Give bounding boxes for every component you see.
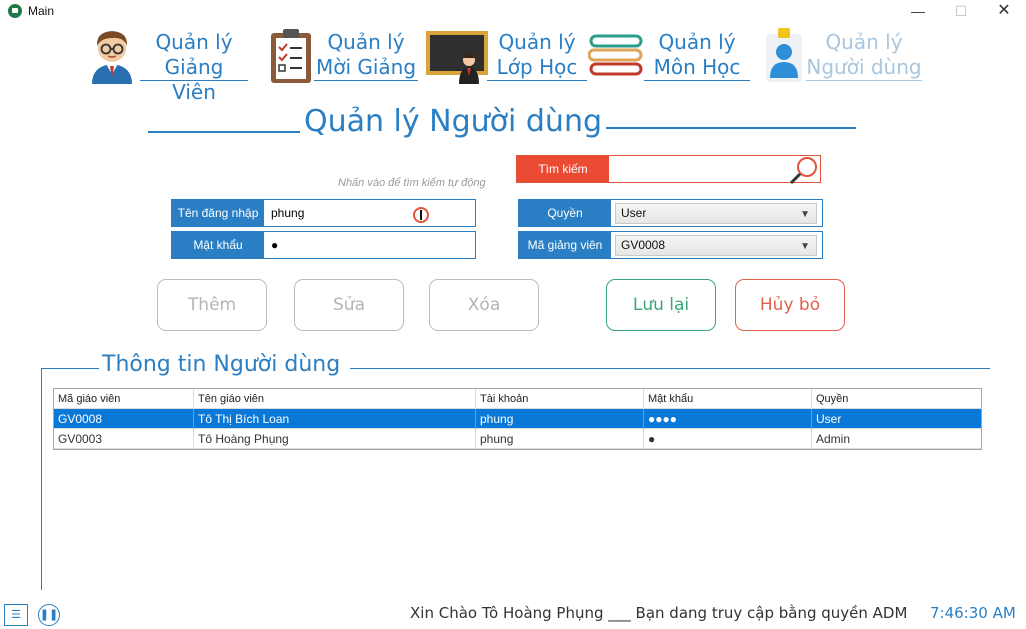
nav-underline bbox=[487, 80, 587, 81]
column-header[interactable]: Tên giáo viên bbox=[194, 389, 476, 409]
nav-label-line1: Quản lý bbox=[825, 30, 903, 54]
table-cell: ● bbox=[644, 429, 812, 449]
table-cell: phung bbox=[476, 429, 644, 449]
table-cell: GV0003 bbox=[54, 429, 194, 449]
search-hint: Nhấn vào để tìm kiếm tự động bbox=[338, 177, 486, 189]
status-clock: 7:46:30 AM bbox=[930, 604, 1016, 622]
nav-item-giang-vien[interactable]: Quản lý Giảng Viên bbox=[84, 26, 252, 104]
header-divider-right bbox=[606, 127, 856, 129]
role-select-value: User bbox=[621, 206, 647, 220]
group-border-top-right bbox=[350, 368, 990, 369]
column-header[interactable]: Mật khẩu bbox=[644, 389, 812, 409]
nav-item-moi-giang[interactable]: Quản lý Mời Giảng bbox=[266, 26, 422, 86]
table-cell: Tô Hoàng Phụng bbox=[194, 429, 476, 449]
teacher-id-field: Mã giảng viên GV0008 ▼ bbox=[518, 231, 823, 259]
add-button[interactable]: Thêm bbox=[157, 279, 267, 331]
role-select[interactable]: User ▼ bbox=[615, 203, 817, 224]
username-field: Tên đăng nhập bbox=[171, 199, 476, 227]
search-icon[interactable] bbox=[785, 156, 821, 186]
chevron-down-icon: ▼ bbox=[800, 209, 810, 220]
teacher-id-label: Mã giảng viên bbox=[519, 232, 611, 258]
nav-label-line2: Người dùng bbox=[806, 55, 922, 79]
password-input[interactable] bbox=[265, 232, 475, 258]
role-field: Quyền User ▼ bbox=[518, 199, 823, 227]
password-field: Mật khẩu bbox=[171, 231, 476, 259]
username-label: Tên đăng nhập bbox=[172, 200, 264, 226]
nav-underline bbox=[644, 80, 750, 81]
nav-label-line1: Quản lý bbox=[155, 30, 233, 54]
clipboard-checklist-icon bbox=[271, 29, 311, 83]
group-border-top-left bbox=[41, 368, 99, 369]
page-title: Quản lý Người dùng bbox=[303, 104, 603, 139]
chevron-down-icon: ▼ bbox=[800, 241, 810, 252]
role-label: Quyền bbox=[519, 200, 611, 226]
users-table[interactable]: Mã giáo viên Tên giáo viên Tài khoản Mật… bbox=[53, 388, 982, 450]
nav-label-line1: Quản lý bbox=[658, 30, 736, 54]
table-header-row: Mã giáo viên Tên giáo viên Tài khoản Mật… bbox=[54, 389, 981, 409]
text-cursor-icon bbox=[413, 207, 429, 223]
window-title: Main bbox=[28, 4, 55, 18]
table-cell: phung bbox=[476, 409, 644, 429]
table-cell: GV0008 bbox=[54, 409, 194, 429]
column-header[interactable]: Mã giáo viên bbox=[54, 389, 194, 409]
save-button[interactable]: Lưu lại bbox=[606, 279, 716, 331]
search-label: Tìm kiếm bbox=[517, 156, 609, 182]
status-greeting: Xin Chào Tô Hoàng Phụng ___ Bạn dang tru… bbox=[410, 604, 908, 622]
table-row[interactable]: GV0003 Tô Hoàng Phụng phung ● Admin bbox=[54, 429, 981, 449]
teacher-id-select-value: GV0008 bbox=[621, 238, 666, 252]
nav-item-nguoi-dung[interactable]: Quản lý Người dùng bbox=[760, 26, 926, 86]
nav-label-line2: Môn Học bbox=[653, 55, 741, 79]
password-label: Mật khẩu bbox=[172, 232, 264, 258]
cancel-button[interactable]: Hủy bỏ bbox=[735, 279, 845, 331]
nav-item-mon-hoc[interactable]: Quản lý Môn Học bbox=[588, 26, 754, 86]
table-cell: ●●●● bbox=[644, 409, 812, 429]
search-box: Tìm kiếm bbox=[516, 155, 821, 186]
title-bar: Main — ☐ ✕ bbox=[0, 0, 1026, 24]
search-input[interactable] bbox=[610, 156, 800, 182]
edit-button[interactable]: Sửa bbox=[294, 279, 404, 331]
maximize-button[interactable]: ☐ bbox=[941, 0, 981, 24]
username-input[interactable] bbox=[265, 200, 475, 226]
delete-button[interactable]: Xóa bbox=[429, 279, 539, 331]
nav-item-lop-hoc[interactable]: Quản lý Lớp Học bbox=[425, 26, 591, 86]
nav-underline bbox=[314, 80, 418, 81]
group-border-left bbox=[41, 368, 42, 590]
nav-label-line1: Quản lý bbox=[327, 30, 405, 54]
user-profile-icon bbox=[766, 28, 802, 82]
nav-label-line2: Lớp Học bbox=[496, 55, 578, 79]
chalkboard-icon bbox=[426, 31, 488, 84]
column-header[interactable]: Tài khoản bbox=[476, 389, 644, 409]
teacher-avatar-icon bbox=[92, 31, 132, 84]
pause-icon[interactable]: ❚❚ bbox=[38, 604, 60, 626]
table-cell: Admin bbox=[816, 432, 851, 446]
table-cell: Tô Thị Bích Loan bbox=[194, 409, 476, 429]
minimize-button[interactable]: — bbox=[898, 0, 938, 24]
nav-underline bbox=[806, 80, 922, 81]
nav-underline bbox=[140, 80, 248, 81]
book-stack-icon bbox=[588, 34, 643, 76]
table-cell: User bbox=[816, 412, 842, 426]
table-row[interactable]: GV0008 Tô Thị Bích Loan phung ●●●● User bbox=[54, 409, 981, 429]
user-card-icon[interactable]: ☰ bbox=[4, 604, 28, 626]
app-logo-icon bbox=[8, 4, 22, 18]
column-header[interactable]: Quyền bbox=[812, 389, 982, 409]
teacher-id-select[interactable]: GV0008 ▼ bbox=[615, 235, 817, 256]
nav-label-line2: Mời Giảng bbox=[315, 55, 417, 79]
group-title: Thông tin Người dùng bbox=[100, 352, 343, 377]
header-divider-left bbox=[148, 131, 300, 133]
nav-label-line1: Quản lý bbox=[498, 30, 576, 54]
close-button[interactable]: ✕ bbox=[984, 0, 1024, 24]
